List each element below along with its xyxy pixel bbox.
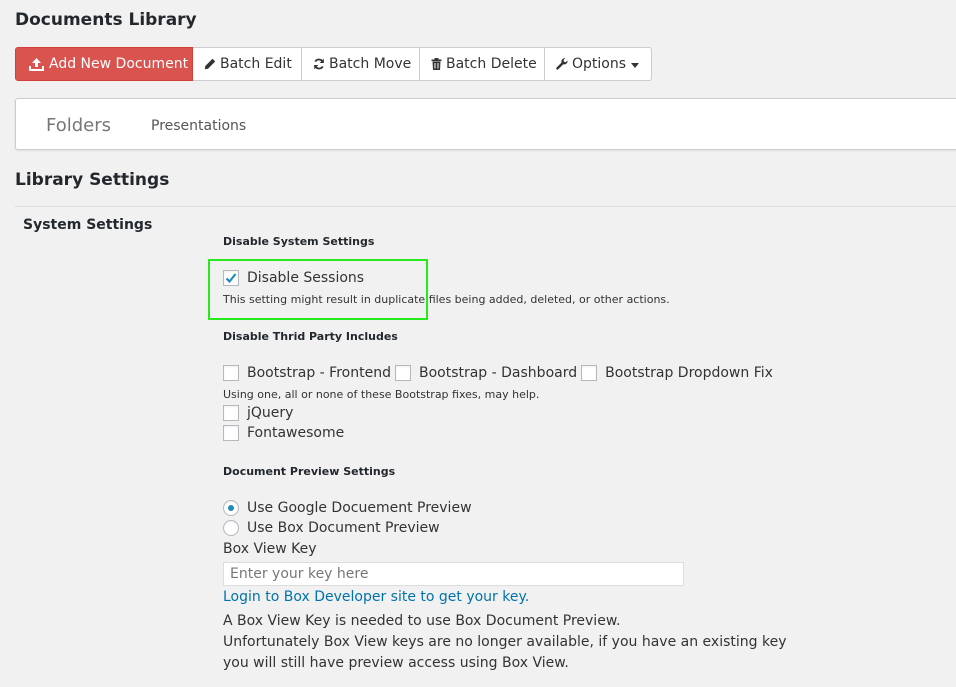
batch-delete-label: Batch Delete [446,56,537,72]
box-preview-row: Use Box Document Preview [223,520,440,536]
add-new-document-button[interactable]: Add New Document [15,47,193,81]
bootstrap-frontend-option: Bootstrap - Frontend [223,365,391,381]
bootstrap-frontend-label: Bootstrap - Frontend [247,365,391,381]
batch-edit-button[interactable]: Batch Edit [193,47,302,81]
batch-delete-button[interactable]: Batch Delete [420,47,545,81]
options-dropdown-button[interactable]: Options [545,47,652,81]
page-title: Documents Library [15,10,197,30]
trash-icon [431,58,442,70]
box-view-key-input[interactable] [223,562,684,586]
google-preview-row: Use Google Docuement Preview [223,500,472,516]
box-key-note-1: A Box View Key is needed to use Box Docu… [223,613,621,629]
disable-system-settings-heading: Disable System Settings [223,235,375,248]
jquery-checkbox[interactable] [223,405,239,421]
bootstrap-description: Using one, all or none of these Bootstra… [223,388,540,401]
options-label: Options [572,56,627,72]
highlight-box [208,259,428,320]
bootstrap-options-row: Bootstrap - Frontend Bootstrap - Dashboa… [223,365,773,381]
batch-move-label: Batch Move [329,56,412,72]
batch-move-button[interactable]: Batch Move [302,47,420,81]
refresh-icon [313,58,325,70]
section-divider [15,206,956,207]
caret-down-icon [631,62,640,68]
jquery-row: jQuery [223,405,293,421]
fontawesome-checkbox[interactable] [223,425,239,441]
pencil-icon [204,58,216,70]
tab-folders[interactable]: Folders [46,115,111,136]
batch-edit-label: Batch Edit [220,56,292,72]
jquery-label: jQuery [247,405,294,421]
radio-selected-dot [228,505,234,511]
box-developer-link[interactable]: Login to Box Developer site to get your … [223,589,529,605]
library-settings-title: Library Settings [15,170,170,190]
bootstrap-dashboard-option: Bootstrap - Dashboard [394,365,578,381]
fontawesome-row: Fontawesome [223,425,344,441]
box-view-key-label: Box View Key [223,541,317,557]
bootstrap-frontend-checkbox[interactable] [223,365,239,381]
box-key-note-3: you will still have preview access using… [223,655,569,671]
bootstrap-dashboard-checkbox[interactable] [394,365,411,381]
bootstrap-dashboard-label: Bootstrap - Dashboard [418,365,578,381]
toolbar: Add New Document Batch Edit Batch Move B… [15,47,652,81]
box-key-note-2: Unfortunately Box View keys are no longe… [223,634,787,650]
box-preview-label: Use Box Document Preview [247,520,440,536]
disable-third-party-heading: Disable Thrid Party Includes [223,330,398,343]
bootstrap-dropdown-fix-label: Bootstrap Dropdown Fix [605,365,773,381]
wrench-icon [556,58,568,70]
box-preview-radio[interactable] [223,520,239,536]
document-preview-heading: Document Preview Settings [223,465,396,478]
folder-tabs: Folders Presentations [15,98,956,150]
bootstrap-dropdown-fix-option: Bootstrap Dropdown Fix [581,365,773,381]
fontawesome-label: Fontawesome [247,425,345,441]
bootstrap-dropdown-fix-checkbox[interactable] [581,365,598,381]
add-new-document-label: Add New Document [49,56,189,72]
google-preview-label: Use Google Docuement Preview [247,500,472,516]
google-preview-radio[interactable] [223,500,239,516]
tab-presentations[interactable]: Presentations [151,118,246,134]
upload-icon [28,57,45,72]
system-settings-label: System Settings [23,217,153,233]
